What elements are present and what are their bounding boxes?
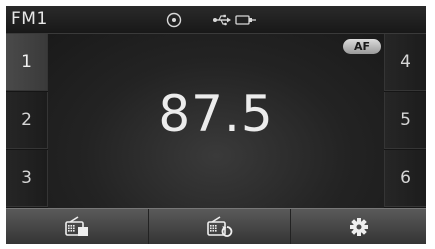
frequency-readout: 87.5	[158, 85, 274, 143]
status-bar: FM1	[6, 6, 426, 34]
disc-icon	[166, 12, 182, 28]
radio-list-button[interactable]	[6, 209, 148, 244]
radio-scan-button[interactable]	[148, 209, 290, 244]
preset-label: 4	[400, 52, 411, 72]
bottom-toolbar	[6, 208, 426, 244]
radio-list-icon	[65, 216, 88, 236]
band-label: FM1	[11, 9, 48, 29]
preset-button-5[interactable]: 5	[384, 92, 426, 149]
usb-icon	[213, 14, 231, 26]
preset-label: 3	[21, 168, 32, 188]
preset-label: 6	[400, 168, 411, 188]
preset-button-6[interactable]: 6	[384, 150, 426, 207]
preset-button-4[interactable]: 4	[384, 34, 426, 91]
settings-button[interactable]	[290, 209, 426, 244]
radio-scan-icon	[206, 216, 232, 237]
af-badge[interactable]: AF	[343, 39, 381, 54]
settings-gear-icon	[349, 218, 368, 236]
preset-button-2[interactable]: 2	[6, 92, 48, 149]
preset-button-3[interactable]: 3	[6, 150, 48, 207]
aux-plug-icon	[235, 15, 256, 25]
preset-button-1[interactable]: 1	[6, 34, 48, 91]
radio-screen: FM1 AF 87.5 1 2 3 4 5 6	[6, 6, 426, 244]
preset-label: 2	[21, 110, 32, 130]
preset-label: 5	[400, 110, 411, 130]
preset-label: 1	[21, 52, 32, 72]
